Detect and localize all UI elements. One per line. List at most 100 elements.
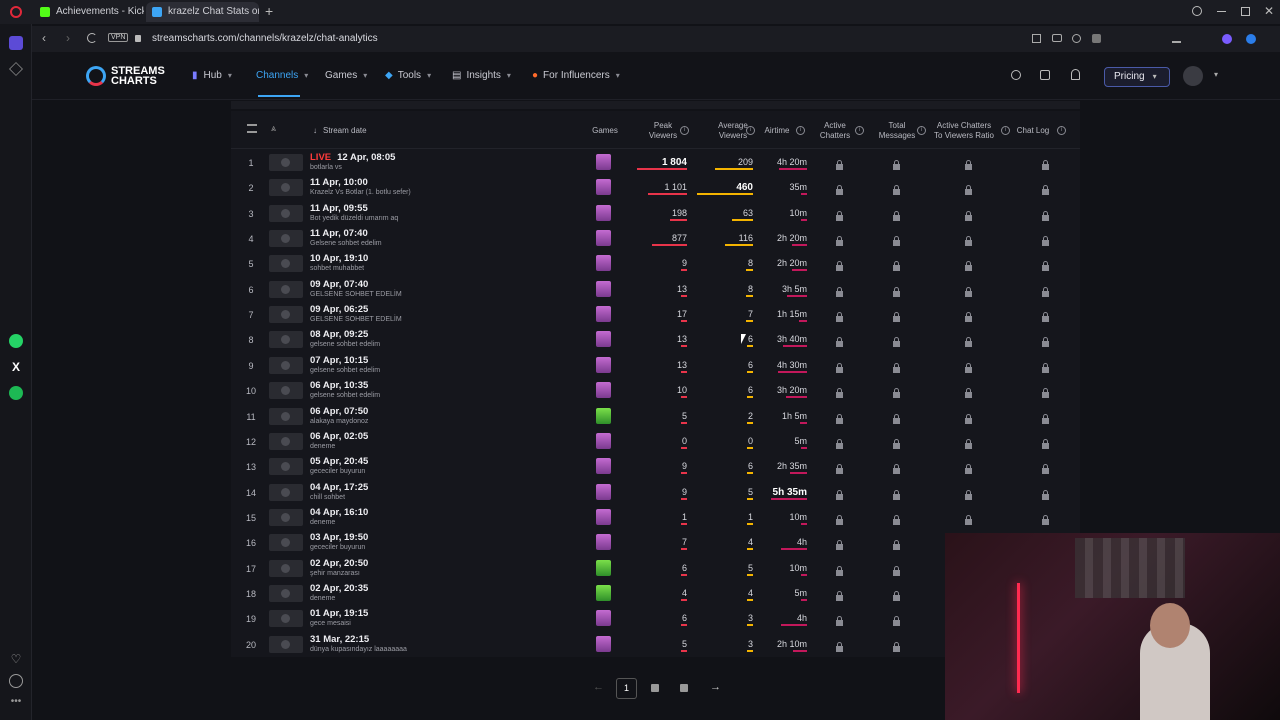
nav-insights[interactable]: ▤ Insights ▾ (452, 70, 511, 81)
search-tabs-icon[interactable] (1192, 6, 1202, 16)
total-messages-lock-icon[interactable] (892, 411, 901, 424)
logo-text[interactable]: STREAMS CHARTS (111, 66, 165, 87)
stream-date[interactable]: 08 Apr, 09:25 (310, 329, 368, 340)
ratio-lock-icon[interactable] (964, 157, 973, 170)
active-chatters-lock-icon[interactable] (835, 258, 844, 272)
stream-thumbnail[interactable] (269, 483, 303, 501)
ratio-lock-icon[interactable] (964, 385, 973, 399)
table-row[interactable]: 10 06 Apr, 10:35 gelsene sohbet edelim 1… (231, 378, 1080, 403)
header-stream-date[interactable]: ↓ Stream date (313, 126, 367, 136)
stream-thumbnail[interactable] (269, 458, 303, 476)
active-chatters-lock-icon[interactable] (835, 157, 844, 170)
stream-date[interactable]: 09 Apr, 07:40 (310, 279, 368, 290)
browser-tab-streamscharts[interactable]: krazelz Chat Stats on Twi (146, 2, 259, 22)
table-row[interactable]: 5 10 Apr, 19:10 sohbet muhabbet 9 8 2h 2… (231, 251, 1080, 276)
game-icon[interactable] (596, 508, 611, 525)
ratio-lock-icon[interactable] (964, 461, 973, 475)
chat-log-lock-icon[interactable] (1041, 512, 1050, 525)
total-messages-lock-icon[interactable] (892, 182, 901, 196)
chat-log-lock-icon[interactable] (1041, 385, 1050, 399)
page-2-lock-icon[interactable] (651, 684, 659, 692)
chat-log-lock-icon[interactable] (1041, 436, 1050, 449)
active-chatters-lock-icon[interactable] (835, 563, 844, 576)
stream-thumbnail[interactable] (269, 154, 303, 171)
total-messages-lock-icon[interactable] (892, 436, 901, 449)
chat-log-lock-icon[interactable] (1041, 487, 1050, 500)
whatsapp-icon[interactable] (9, 334, 23, 348)
stream-thumbnail[interactable] (269, 255, 303, 273)
ratio-lock-icon[interactable] (964, 208, 973, 221)
active-chatters-lock-icon[interactable] (835, 233, 844, 247)
ratio-lock-icon[interactable] (964, 411, 973, 424)
stream-thumbnail[interactable] (269, 534, 303, 552)
info-icon[interactable]: i (855, 126, 864, 135)
table-row[interactable]: 2 11 Apr, 10:00 Krazelz Vs Botlar (1. bo… (231, 175, 1080, 200)
stream-date[interactable]: 11 Apr, 10:00 (310, 177, 368, 188)
stream-date[interactable]: 03 Apr, 19:50 (310, 532, 368, 543)
ratio-lock-icon[interactable] (964, 284, 973, 297)
ratio-lock-icon[interactable] (964, 182, 973, 196)
nav-influencers[interactable]: ● For Influencers ▾ (532, 70, 620, 81)
table-row[interactable]: 7 09 Apr, 06:25 GELSENE SOHBET EDELİM 17… (231, 302, 1080, 327)
stream-thumbnail[interactable] (269, 635, 303, 653)
x-twitter-icon[interactable]: X (9, 360, 23, 374)
stream-date[interactable]: 06 Apr, 07:50 (310, 406, 368, 417)
total-messages-lock-icon[interactable] (892, 385, 901, 399)
game-icon[interactable] (596, 230, 611, 247)
chat-log-lock-icon[interactable] (1041, 233, 1050, 247)
active-chatters-lock-icon[interactable] (835, 411, 844, 424)
chat-log-lock-icon[interactable] (1041, 411, 1050, 424)
header-average-viewers[interactable]: Average Viewers (701, 121, 765, 141)
active-chatters-lock-icon[interactable] (835, 284, 844, 297)
game-icon[interactable] (596, 154, 611, 170)
extension-icon[interactable] (1092, 34, 1101, 43)
chat-log-lock-icon[interactable] (1041, 157, 1050, 170)
nav-games[interactable]: Games ▾ (325, 70, 367, 81)
nav-hub[interactable]: ▮ Hub ▾ (192, 70, 232, 81)
stream-thumbnail[interactable] (269, 382, 303, 400)
active-chatters-lock-icon[interactable] (835, 588, 844, 601)
table-row[interactable]: 11 06 Apr, 07:50 alakaya maydonoz 5 2 1h… (231, 404, 1080, 429)
table-row[interactable]: 4 11 Apr, 07:40 Gelsene sohbet edelim 87… (231, 226, 1080, 251)
game-icon[interactable] (596, 559, 611, 576)
ratio-lock-icon[interactable] (964, 258, 973, 272)
table-row[interactable]: 9 07 Apr, 10:15 gelsene sohbet edelim 13… (231, 353, 1080, 378)
opera-logo-icon[interactable] (10, 6, 22, 18)
info-icon[interactable]: i (1057, 126, 1066, 135)
active-chatters-lock-icon[interactable] (835, 385, 844, 399)
chat-log-lock-icon[interactable] (1041, 360, 1050, 373)
game-icon[interactable] (596, 179, 611, 196)
game-icon[interactable] (596, 407, 611, 424)
table-row[interactable]: 3 11 Apr, 09:55 Bot yedik düzeldi umarım… (231, 201, 1080, 226)
nav-channels[interactable]: Channels ▾ (256, 70, 308, 81)
stream-date[interactable]: 11 Apr, 09:55 (310, 203, 368, 214)
game-icon[interactable] (596, 280, 611, 297)
close-window-icon[interactable]: ✕ (1264, 4, 1274, 18)
streamscharts-logo-icon[interactable] (86, 66, 106, 86)
stream-thumbnail[interactable] (269, 559, 303, 577)
game-icon[interactable] (596, 331, 611, 348)
info-icon[interactable]: i (1001, 126, 1010, 135)
ratio-lock-icon[interactable] (964, 233, 973, 247)
active-chatters-lock-icon[interactable] (835, 334, 844, 348)
stream-date[interactable]: 31 Mar, 22:15 (310, 634, 369, 645)
active-chatters-lock-icon[interactable] (835, 360, 844, 373)
share-icon[interactable] (1032, 34, 1041, 43)
header-active-chatters[interactable]: Active Chatters (811, 121, 859, 141)
game-icon[interactable] (596, 306, 611, 323)
total-messages-lock-icon[interactable] (892, 563, 901, 576)
chat-log-lock-icon[interactable] (1041, 334, 1050, 348)
chat-log-lock-icon[interactable] (1041, 258, 1050, 272)
game-icon[interactable] (596, 534, 611, 551)
stream-thumbnail[interactable] (269, 584, 303, 602)
compare-icon[interactable] (1040, 70, 1050, 80)
download-icon[interactable] (1172, 34, 1181, 43)
search-icon[interactable] (1011, 70, 1021, 80)
chat-log-lock-icon[interactable] (1041, 182, 1050, 196)
table-row[interactable]: 15 04 Apr, 16:10 deneme 1 1 10m (231, 505, 1080, 530)
camera-icon[interactable] (1052, 34, 1062, 42)
stream-thumbnail[interactable] (269, 407, 303, 425)
url-input[interactable]: streamscharts.com/channels/krazelz/chat-… (152, 33, 378, 44)
total-messages-lock-icon[interactable] (892, 487, 901, 500)
stream-thumbnail[interactable] (269, 280, 303, 298)
